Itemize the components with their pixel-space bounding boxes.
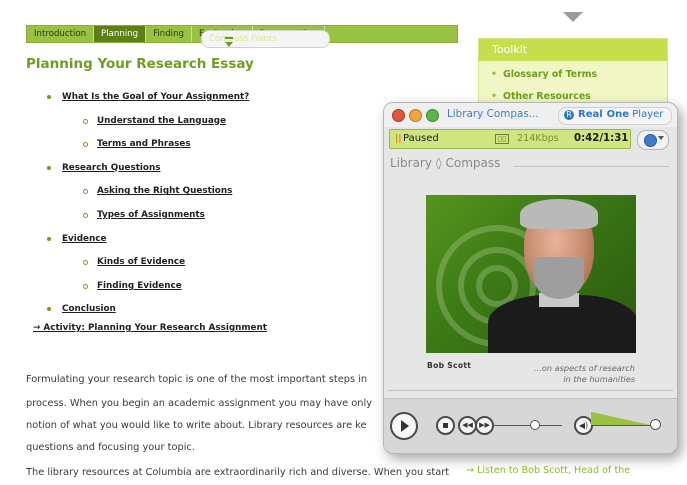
paragraph-line: Formulating your research topic is one o… bbox=[26, 374, 368, 385]
realone-brand[interactable]: R Real One Player bbox=[558, 107, 672, 125]
globe-menu-button[interactable] bbox=[637, 130, 669, 150]
toc-item-understand-language[interactable]: Understand the Language bbox=[82, 116, 249, 126]
brand-one: One bbox=[606, 109, 630, 120]
realone-logo-icon: R bbox=[564, 110, 574, 120]
toc-item-conclusion[interactable]: Conclusion bbox=[46, 304, 249, 314]
speaker-beard bbox=[534, 257, 584, 299]
nav-item-finding[interactable]: Finding bbox=[146, 26, 192, 42]
nav-item-introduction[interactable]: Introduction bbox=[27, 26, 95, 42]
volume-level bbox=[591, 412, 654, 426]
stop-button[interactable] bbox=[436, 416, 455, 435]
paragraph-line: The library resources at Columbia are ex… bbox=[26, 467, 450, 478]
bitrate-text: 214Kbps bbox=[517, 133, 559, 144]
toc-item-evidence[interactable]: Evidence bbox=[46, 234, 249, 244]
brand-player: Player bbox=[629, 109, 664, 120]
speaker-hair bbox=[520, 199, 598, 229]
volume-slider-track[interactable] bbox=[591, 425, 654, 426]
toc-item-finding-evidence[interactable]: Finding Evidence bbox=[82, 281, 249, 291]
video-frame[interactable] bbox=[426, 195, 636, 353]
seek-slider-track[interactable] bbox=[492, 425, 562, 426]
page-title: Planning Your Research Essay bbox=[26, 56, 254, 72]
toc-item-research-questions[interactable]: Research Questions bbox=[46, 163, 249, 173]
bandwidth-icon: ▯▯ bbox=[495, 134, 510, 144]
table-of-contents: What Is the Goal of Your Assignment? Und… bbox=[40, 92, 249, 328]
video-caption: ...on aspects of research in the humanit… bbox=[505, 363, 635, 385]
caption-line: in the humanities bbox=[563, 374, 635, 384]
minimize-button[interactable] bbox=[409, 109, 422, 122]
activity-link[interactable]: → Activity: Planning Your Research Assig… bbox=[33, 323, 267, 333]
paragraph-line: questions and focusing your topic. bbox=[26, 442, 195, 453]
toolkit-item-glossary[interactable]: Glossary of Terms bbox=[491, 69, 597, 80]
nav-item-planning[interactable]: Planning bbox=[94, 26, 147, 42]
chevron-down-icon bbox=[658, 136, 664, 140]
nav-item-compass-points[interactable]: Compass Points bbox=[201, 30, 330, 48]
listen-link[interactable]: → Listen to Bob Scott, Head of the bbox=[466, 463, 630, 478]
playback-controls: ◀◀ ▶▶ ◀) bbox=[384, 398, 677, 453]
section-nav: Compass Points Introduction Planning Fin… bbox=[26, 25, 458, 48]
brand-real: Real bbox=[578, 109, 603, 120]
play-button[interactable] bbox=[390, 412, 418, 440]
paragraph-line: process. When you begin an academic assi… bbox=[26, 398, 373, 409]
toolkit-header: Toolkit bbox=[479, 39, 667, 61]
toc-item-types-assignments[interactable]: Types of Assignments bbox=[82, 210, 249, 220]
time-display: 0:42/1:31 bbox=[574, 133, 629, 144]
dropdown-arrow-icon[interactable] bbox=[563, 12, 583, 22]
divider bbox=[388, 390, 673, 391]
caption-line: ...on aspects of research bbox=[534, 363, 635, 373]
toc-item-asking-questions[interactable]: Asking the Right Questions bbox=[82, 186, 249, 196]
toc-item-goal[interactable]: What Is the Goal of Your Assignment? bbox=[46, 92, 249, 102]
speaker-name: Bob Scott bbox=[427, 361, 472, 370]
active-marker-arrow-icon bbox=[225, 42, 233, 47]
library-compass-label: Library ◊ Compass bbox=[390, 156, 501, 170]
toc-item-terms-phrases[interactable]: Terms and Phrases bbox=[82, 139, 249, 149]
globe-icon bbox=[644, 134, 657, 147]
player-titlebar[interactable]: Library Compas... R Real One Player bbox=[384, 103, 677, 127]
seek-slider-handle[interactable] bbox=[530, 420, 540, 430]
playback-status: Paused bbox=[403, 133, 439, 144]
toc-item-kinds-evidence[interactable]: Kinds of Evidence bbox=[82, 257, 249, 267]
toolkit-title: Toolkit bbox=[492, 43, 528, 56]
media-player-window: Library Compas... R Real One Player || Pau… bbox=[383, 102, 678, 454]
page: Compass Points Introduction Planning Fin… bbox=[0, 0, 687, 485]
volume-slider-handle[interactable] bbox=[650, 419, 661, 430]
zoom-button[interactable] bbox=[426, 109, 439, 122]
paragraph-line: notion of what you would like to write a… bbox=[26, 420, 367, 431]
active-marker bbox=[225, 37, 233, 39]
toolkit-item-other-resources[interactable]: Other Resources bbox=[491, 91, 597, 102]
close-button[interactable] bbox=[392, 109, 405, 122]
pause-icon: || bbox=[395, 134, 402, 144]
status-bar: || Paused ▯▯ 214Kbps 0:42/1:31 bbox=[389, 129, 631, 149]
divider bbox=[514, 166, 669, 167]
player-window-title: Library Compas... bbox=[447, 108, 539, 120]
